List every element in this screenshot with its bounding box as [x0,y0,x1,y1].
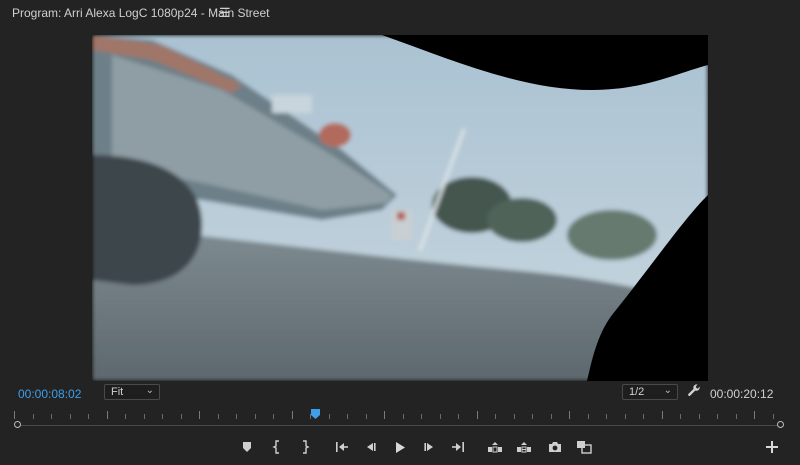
ruler-tick [477,411,478,419]
step-back-button[interactable] [362,438,380,456]
ruler-tick [199,411,200,419]
go-to-out-button[interactable] [449,438,467,456]
ruler-tick [144,414,145,419]
ruler-tick [181,414,182,419]
ruler-tick [255,414,256,419]
export-frame-button[interactable] [546,438,564,456]
zoom-level-select[interactable]: Fit ⌄ [104,384,160,400]
ruler-tick [754,411,755,419]
ruler-tick [440,414,441,419]
ruler-tick [236,414,237,419]
lift-icon [488,442,502,453]
play-button[interactable] [391,438,409,456]
ruler-tick [773,414,774,419]
playback-resolution-select[interactable]: 1/2 ⌄ [622,384,678,400]
mark-in-button[interactable] [268,438,286,456]
ruler-tick [551,414,552,419]
extract-icon [517,442,531,453]
ruler-tick [643,414,644,419]
chevron-down-icon: ⌄ [663,385,672,396]
ruler-tick [458,414,459,419]
ruler-tick [680,414,681,419]
ruler-tick [625,414,626,419]
current-timecode[interactable]: 00:00:08:02 [18,387,81,401]
in-point-handle[interactable] [14,421,21,428]
panel-title: Program: Arri Alexa LogC 1080p24 - Main … [12,6,270,20]
ruler-tick [162,414,163,419]
mark-out-icon [303,440,310,454]
ruler-tick [699,414,700,419]
ruler-tick [14,411,15,419]
in-out-range-bar[interactable] [18,425,780,426]
comparison-view-button[interactable] [575,438,593,456]
ruler-tick [403,414,404,419]
camera-icon [549,442,561,452]
ruler-tick [532,414,533,419]
comparison-icon [577,441,592,454]
ruler-tick [606,414,607,419]
lift-button[interactable] [486,438,504,456]
chevron-down-icon: ⌄ [145,385,154,396]
ruler-tick [107,411,108,419]
ruler-tick [588,414,589,419]
go-to-in-button[interactable] [333,438,351,456]
transport-controls [0,438,800,456]
ruler-tick [366,414,367,419]
ruler-tick [662,411,663,419]
duration-timecode: 00:00:20:12 [710,387,774,401]
video-frame [92,35,708,381]
add-marker-button[interactable] [238,438,256,456]
playback-resolution-value: 1/2 [629,386,645,398]
go-to-in-icon [336,442,348,452]
ruler-tick [292,411,293,419]
ruler-tick [384,411,385,419]
ruler-tick [495,414,496,419]
extract-button[interactable] [515,438,533,456]
marker-icon [243,442,251,452]
ruler-tick [88,414,89,419]
playhead[interactable] [311,409,320,419]
play-icon [396,441,405,453]
ruler-tick [33,414,34,419]
program-monitor-viewer[interactable] [92,35,708,381]
zoom-level-value: Fit [111,386,124,398]
step-forward-button[interactable] [420,438,438,456]
ruler-tick [329,414,330,419]
ruler-tick [569,411,570,419]
ruler-tick [273,414,274,419]
ruler-tick [717,414,718,419]
ruler-tick [70,414,71,419]
ruler-tick [347,414,348,419]
ruler-tick [218,414,219,419]
hamburger-menu-icon[interactable]: ☰ [219,5,231,21]
step-forward-icon [424,443,433,451]
time-ruler[interactable] [12,408,788,424]
ruler-tick [421,414,422,419]
panel-header: Program: Arri Alexa LogC 1080p24 - Main … [0,0,800,26]
go-to-out-icon [452,442,464,452]
button-editor-add-icon[interactable] [764,439,780,455]
ruler-tick [51,414,52,419]
mark-in-icon [272,440,279,454]
wrench-icon[interactable] [687,384,701,398]
ruler-tick [514,414,515,419]
mark-out-button[interactable] [296,438,314,456]
step-back-icon [367,443,376,451]
ruler-tick [125,414,126,419]
out-point-handle[interactable] [777,421,784,428]
ruler-tick [736,414,737,419]
